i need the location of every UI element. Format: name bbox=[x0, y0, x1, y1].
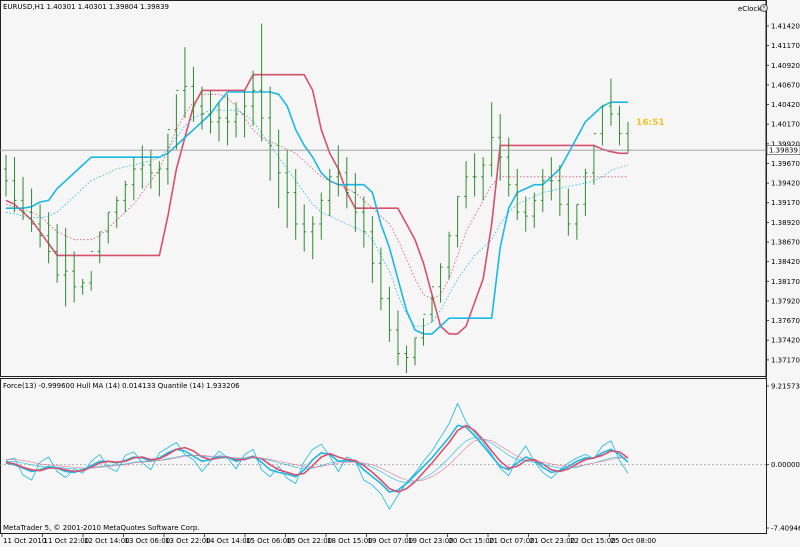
time-tick-label: 15 Oct 22:00 bbox=[287, 537, 333, 545]
time-tick-label: 13 Oct 22:00 bbox=[165, 537, 211, 545]
time-tick-label: 11 Oct 2010 bbox=[3, 537, 46, 545]
time-tick-label: 18 Oct 15:00 bbox=[327, 537, 373, 545]
price-y-tick-label: 1.38920 bbox=[771, 219, 800, 227]
price-y-tick-label: 1.38170 bbox=[771, 278, 800, 286]
current-price-marker: 1.39839 bbox=[766, 145, 800, 155]
footer-copyright: MetaTrader 5, © 2001-2010 MetaQuotes Sof… bbox=[3, 524, 200, 532]
eclock-icon[interactable] bbox=[760, 4, 768, 12]
time-tick-label: 14 Oct 14:00 bbox=[206, 537, 252, 545]
price-y-tick-label: 1.41170 bbox=[771, 42, 800, 50]
current-price-label: 1.39839 bbox=[769, 147, 798, 155]
price-y-tick-label: 1.40670 bbox=[771, 81, 800, 89]
time-tick-label: 21 Oct 23:00 bbox=[530, 537, 576, 545]
price-y-tick-label: 1.40920 bbox=[771, 62, 800, 70]
time-tick-label: 11 Oct 22:00 bbox=[44, 537, 90, 545]
price-y-tick-label: 1.40420 bbox=[771, 101, 800, 109]
time-tick-label: 25 Oct 08:00 bbox=[611, 537, 657, 545]
time-tick-label: 21 Oct 07:00 bbox=[489, 537, 535, 545]
time-tick-label: 20 Oct 15:00 bbox=[449, 537, 495, 545]
price-y-tick-label: 1.37420 bbox=[771, 337, 800, 345]
indicator-title: Force(13) -0.999600 Hull MA (14) 0.01413… bbox=[3, 382, 240, 390]
time-tick-label: 19 Oct 07:00 bbox=[368, 537, 414, 545]
price-y-tick-label: 1.38420 bbox=[771, 258, 800, 266]
price-chart[interactable]: EURUSD,H1 1.40301 1.40301 1.39804 1.3983… bbox=[0, 0, 800, 378]
time-tick-label: 12 Oct 14:00 bbox=[84, 537, 130, 545]
price-y-tick-label: 1.40170 bbox=[771, 121, 800, 129]
indicator-y-tick-label: 9.215731 bbox=[771, 383, 800, 391]
price-y-tick-label: 1.38670 bbox=[771, 239, 800, 247]
price-y-tick-label: 1.39170 bbox=[771, 199, 800, 207]
price-y-tick-label: 1.41420 bbox=[771, 22, 800, 30]
price-y-tick-label: 1.39420 bbox=[771, 180, 800, 188]
price-y-tick-label: 1.37670 bbox=[771, 317, 800, 325]
countdown-timer: 16:51 bbox=[636, 118, 665, 128]
price-y-tick-label: 1.37170 bbox=[771, 356, 800, 364]
price-chart-title: EURUSD,H1 1.40301 1.40301 1.39804 1.3983… bbox=[3, 3, 169, 11]
time-tick-label: 15 Oct 06:00 bbox=[246, 537, 292, 545]
eclock-label: eClock bbox=[738, 5, 762, 13]
chart-window: EURUSD,H1 1.40301 1.40301 1.39804 1.3983… bbox=[0, 0, 800, 547]
price-background bbox=[0, 0, 800, 378]
time-tick-label: 13 Oct 06:00 bbox=[125, 537, 171, 545]
indicator-y-tick-label: 0.000000 bbox=[771, 461, 800, 469]
time-tick-label: 19 Oct 23:00 bbox=[408, 537, 454, 545]
price-y-tick-label: 1.37920 bbox=[771, 297, 800, 305]
time-tick-label: 22 Oct 15:00 bbox=[570, 537, 616, 545]
price-y-tick-label: 1.39670 bbox=[771, 160, 800, 168]
indicator-y-tick-label: -7.409464 bbox=[771, 525, 800, 533]
indicator-chart[interactable]: Force(13) -0.999600 Hull MA (14) 0.01413… bbox=[0, 378, 800, 547]
